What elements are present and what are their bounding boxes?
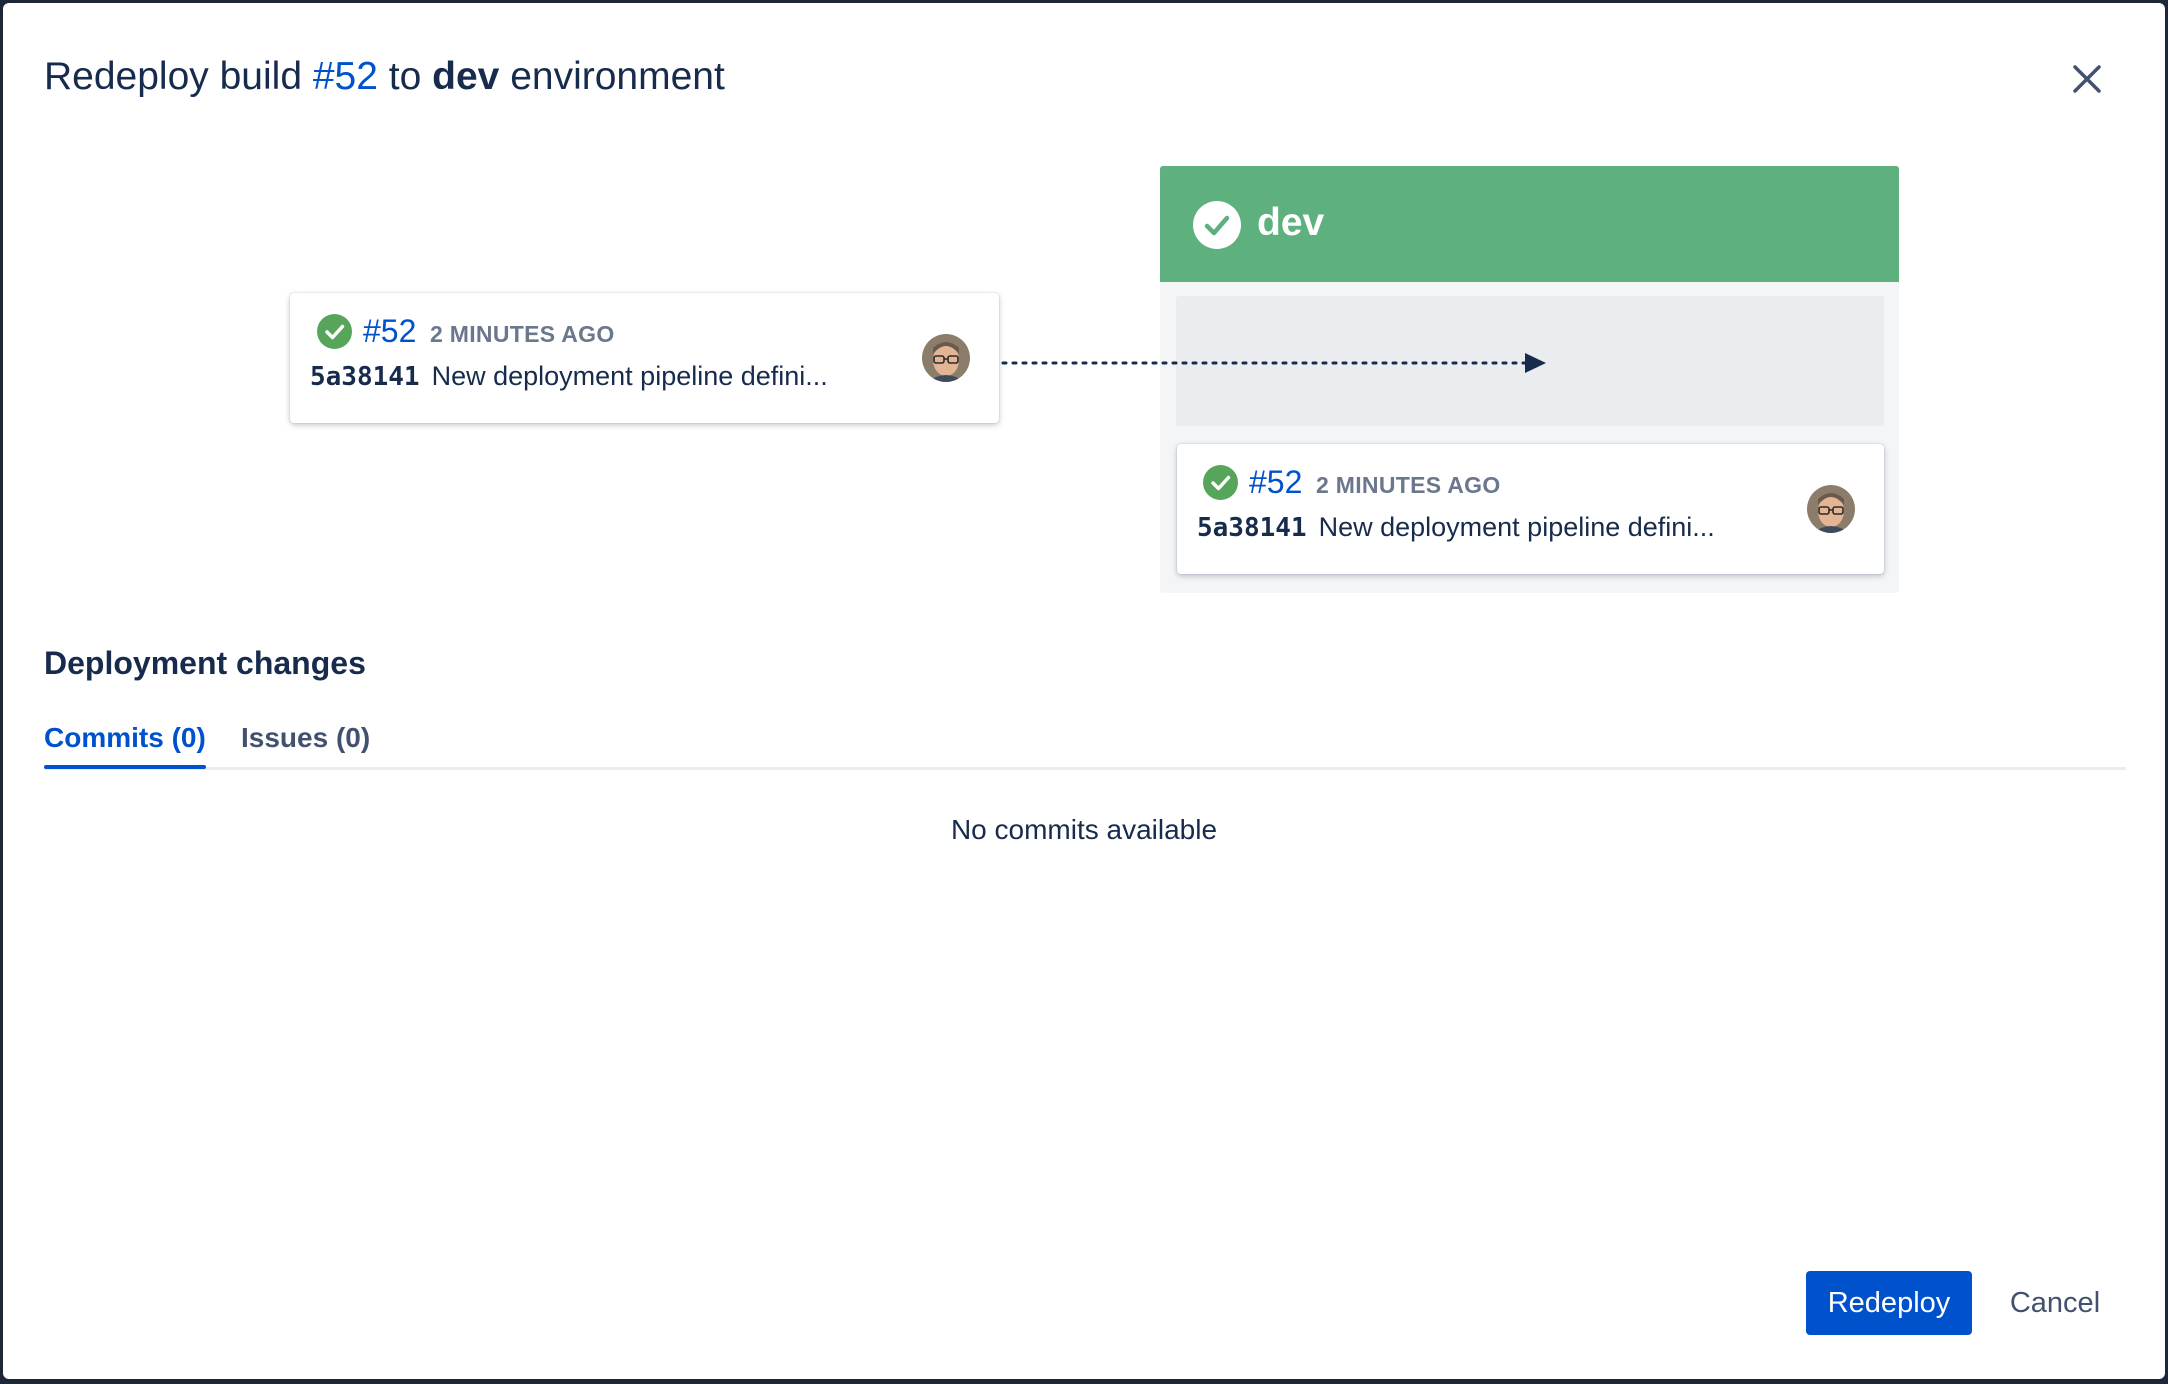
check-circle-icon bbox=[1193, 201, 1241, 249]
empty-commits-message: No commits available bbox=[950, 814, 1218, 845]
build-number-link[interactable]: #52 bbox=[363, 313, 416, 349]
title-build-link[interactable]: #52 bbox=[313, 55, 378, 98]
deploy-arrow-icon bbox=[1001, 353, 1546, 373]
commit-line: 5a38141 New deployment pipeline defini... bbox=[310, 359, 828, 394]
redeploy-dialog: Redeploy build #52 to dev environment #5… bbox=[3, 3, 2165, 1379]
commit-message: New deployment pipeline defini... bbox=[1318, 512, 1715, 542]
title-prefix: Redeploy build bbox=[44, 55, 303, 98]
environment-name: dev bbox=[1257, 201, 1325, 244]
deployment-changes-title: Deployment changes bbox=[44, 645, 366, 681]
commit-hash[interactable]: 5a38141 bbox=[1197, 513, 1307, 543]
redeploy-button[interactable]: Redeploy bbox=[1806, 1271, 1972, 1335]
environment-header: dev bbox=[1160, 166, 1899, 282]
check-circle-icon bbox=[1203, 465, 1238, 500]
title-suffix: environment bbox=[510, 55, 725, 98]
commit-message: New deployment pipeline defini... bbox=[431, 361, 828, 391]
title-env: dev bbox=[432, 55, 500, 98]
source-build-card[interactable]: #52 2 MINUTES AGO 5a38141 New deployment … bbox=[290, 293, 999, 423]
close-icon bbox=[2073, 65, 2101, 93]
commit-hash[interactable]: 5a38141 bbox=[310, 362, 420, 392]
build-time: 2 MINUTES AGO bbox=[1316, 472, 1501, 498]
title-to: to bbox=[388, 55, 422, 98]
tab-issues[interactable]: Issues (0) bbox=[241, 719, 370, 757]
environment-panel: dev #52 2 MINUTES AGO 5a38141 New deploym… bbox=[1160, 166, 1899, 593]
avatar bbox=[1807, 485, 1855, 533]
cancel-button[interactable]: Cancel bbox=[1993, 1271, 2117, 1335]
changes-tabs: Commits (0) Issues (0) bbox=[44, 719, 2126, 770]
dialog-title: Redeploy build #52 to dev environment bbox=[44, 53, 725, 101]
tab-commits[interactable]: Commits (0) bbox=[44, 719, 206, 769]
commit-line: 5a38141 New deployment pipeline defini... bbox=[1197, 510, 1715, 545]
build-time: 2 MINUTES AGO bbox=[430, 321, 615, 347]
avatar bbox=[922, 334, 970, 382]
build-number-link[interactable]: #52 bbox=[1249, 464, 1302, 500]
current-build-card[interactable]: #52 2 MINUTES AGO 5a38141 New deployment … bbox=[1177, 444, 1884, 574]
close-button[interactable] bbox=[2063, 55, 2111, 103]
check-circle-icon bbox=[317, 314, 352, 349]
